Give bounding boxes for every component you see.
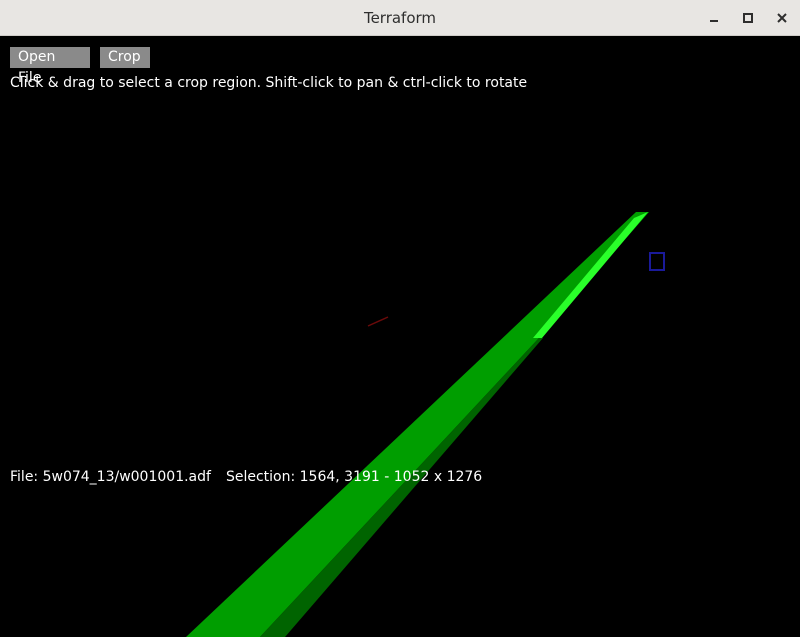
title-bar[interactable]: Terraform (0, 0, 800, 36)
camera-marker (649, 252, 665, 271)
close-button[interactable] (770, 6, 794, 30)
status-line: File: 5w074_13/w001001.adf Selection: 156… (10, 469, 482, 485)
terrain-viewport[interactable]: Open File Crop Click & drag to select a … (0, 36, 800, 637)
terrain-side-face (260, 338, 543, 637)
terrain-scene[interactable] (0, 36, 800, 637)
open-file-button[interactable]: Open File (10, 47, 90, 86)
crop-button[interactable]: Crop (100, 47, 150, 68)
terrain-highlight (533, 212, 648, 338)
file-label: File: 5w074_13/w001001.adf (10, 469, 211, 485)
maximize-button[interactable] (736, 6, 760, 30)
close-icon (777, 13, 787, 23)
instruction-text: Click & drag to select a crop region. Sh… (10, 75, 528, 91)
minimize-button[interactable] (702, 6, 726, 30)
terrain-top-face (186, 212, 649, 637)
maximize-icon (743, 13, 753, 23)
app-window: Terraform Open File Crop Click & drag to… (0, 0, 800, 637)
minimize-icon (710, 20, 718, 22)
window-title: Terraform (363, 9, 437, 27)
selection-label: Selection: 1564, 3191 - 1052 x 1276 (225, 469, 483, 485)
terrain-artifact (367, 316, 389, 327)
